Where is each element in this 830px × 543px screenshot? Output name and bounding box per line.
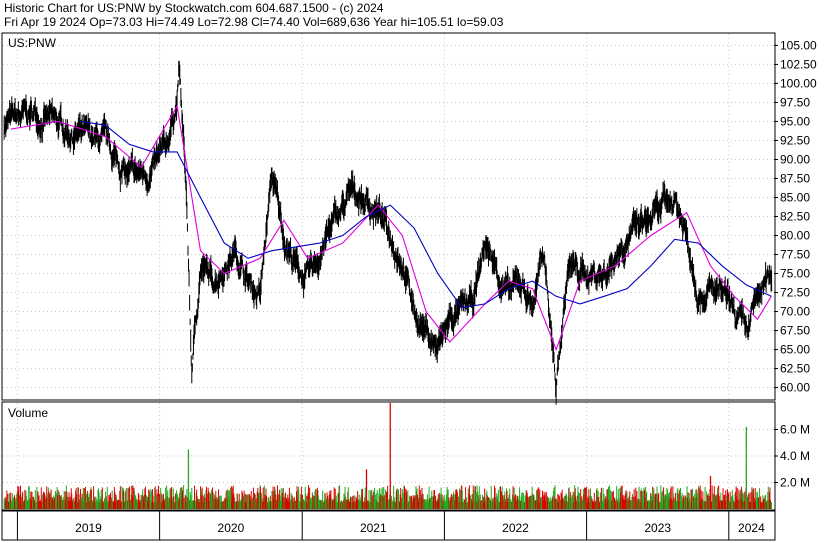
price-tick-label: 102.50 bbox=[780, 57, 817, 71]
volume-panel-title: Volume bbox=[8, 406, 48, 420]
price-panel-title: US:PNW bbox=[8, 36, 57, 50]
price-tick-label: 70.00 bbox=[780, 305, 810, 319]
price-tick-label: 105.00 bbox=[780, 38, 817, 52]
price-tick-label: 90.00 bbox=[780, 152, 810, 166]
volume-y-axis: 6.0 M 4.0 M 2.0 M bbox=[774, 423, 810, 490]
price-tick-label: 72.50 bbox=[780, 286, 810, 300]
price-tick-label: 65.00 bbox=[780, 343, 810, 357]
price-tick-label: 62.50 bbox=[780, 362, 810, 376]
price-tick-label: 60.00 bbox=[780, 381, 810, 395]
x-tick-label: 2023 bbox=[644, 521, 671, 535]
chart-header-line1: Historic Chart for US:PNW by Stockwatch.… bbox=[4, 1, 384, 15]
price-tick-label: 67.50 bbox=[780, 324, 810, 338]
x-tick-label: 2019 bbox=[75, 521, 102, 535]
x-tick-label: 2022 bbox=[502, 521, 529, 535]
price-tick-label: 97.50 bbox=[780, 95, 810, 109]
stock-chart: Historic Chart for US:PNW by Stockwatch.… bbox=[0, 0, 830, 543]
chart-header-line2: Fri Apr 19 2024 Op=73.03 Hi=74.49 Lo=72.… bbox=[4, 15, 504, 29]
price-tick-label: 100.00 bbox=[780, 76, 817, 90]
volume-tick-label: 2.0 M bbox=[780, 476, 810, 490]
price-tick-label: 77.50 bbox=[780, 248, 810, 262]
x-tick-label: 2020 bbox=[218, 521, 245, 535]
price-tick-label: 75.00 bbox=[780, 267, 810, 281]
price-tick-label: 87.50 bbox=[780, 171, 810, 185]
volume-tick-label: 4.0 M bbox=[780, 449, 810, 463]
price-tick-label: 92.50 bbox=[780, 133, 810, 147]
price-tick-label: 85.00 bbox=[780, 190, 810, 204]
x-tick-label: 2024 bbox=[738, 521, 765, 535]
volume-tick-label: 6.0 M bbox=[780, 423, 810, 437]
price-tick-label: 80.00 bbox=[780, 229, 810, 243]
price-tick-label: 95.00 bbox=[780, 114, 810, 128]
price-tick-label: 82.50 bbox=[780, 210, 810, 224]
x-tick-label: 2021 bbox=[360, 521, 387, 535]
